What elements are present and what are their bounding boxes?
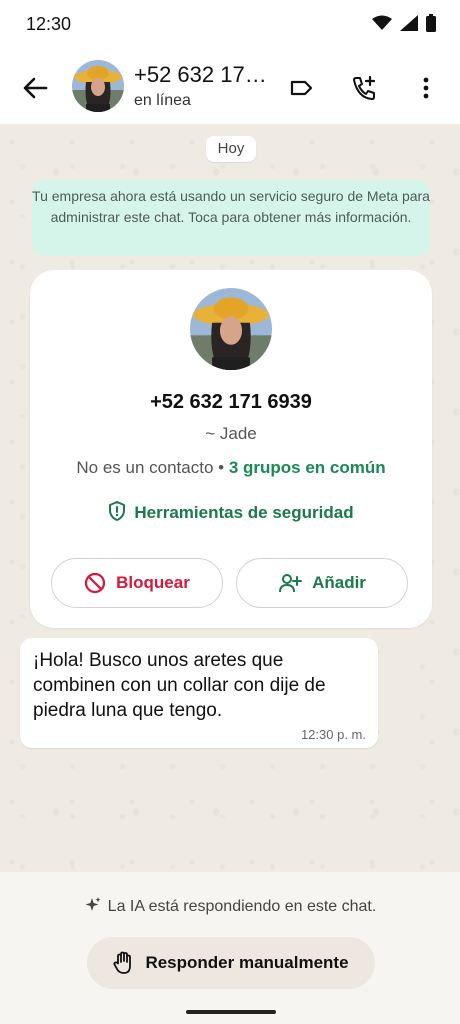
gesture-handle [186,1010,276,1014]
incoming-message[interactable]: ¡Hola! Busco unos aretes que combinen co… [20,638,378,748]
ai-notice: La IA está respondiendo en este chat. [0,896,460,916]
separator-dot: • [218,458,225,477]
safety-tools-link[interactable]: Herramientas de seguridad [30,501,432,523]
business-notice[interactable]: Tu empresa ahora está usando un servicio… [32,180,430,256]
block-button[interactable]: Bloquear [51,558,223,608]
signal-icon [400,15,418,31]
shield-icon [109,501,126,521]
respond-manually-button[interactable]: Responder manualmente [87,937,375,989]
add-person-icon [279,574,303,593]
ai-notice-text: La IA está respondiendo en este chat. [107,898,377,915]
back-arrow-icon[interactable] [20,73,50,103]
hand-icon [113,951,132,974]
contact-title[interactable]: +52 632 17… [134,62,267,88]
status-time: 12:30 [26,14,72,34]
add-contact-button[interactable]: Añadir [236,558,408,608]
message-timestamp: 12:30 p. m. [300,727,366,742]
more-options-icon[interactable] [412,74,440,102]
block-icon [85,572,106,594]
add-call-icon[interactable] [350,74,378,102]
block-label: Bloquear [116,573,190,592]
respond-manually-label: Responder manualmente [145,953,349,972]
contact-alias: ~ Jade [205,424,257,443]
battery-icon [426,14,436,32]
sparkle-icon [85,897,101,911]
status-icons [372,14,436,32]
label-tag-icon[interactable] [287,74,315,102]
safety-tools-label: Herramientas de seguridad [134,503,354,522]
presence-status: en línea [134,92,191,109]
bottom-panel: La IA está respondiendo en este chat. Re… [0,872,460,1024]
status-bar: 12:30 [0,0,460,48]
common-groups-link[interactable]: 3 grupos en común [229,458,386,477]
message-text: ¡Hola! Busco unos aretes que combinen co… [33,650,326,721]
add-label: Añadir [312,573,366,592]
avatar[interactable] [72,60,124,112]
contact-avatar[interactable] [190,288,272,370]
not-contact-label: No es un contacto [76,458,214,477]
contact-info-card: +52 632 171 6939 ~ Jade No es un contact… [30,270,432,628]
contact-relationship: No es un contacto • 3 grupos en común [30,458,432,478]
chat-header: +52 632 17… en línea [0,48,460,124]
wifi-icon [372,15,392,30]
date-divider: Hoy [206,136,256,162]
contact-phone: +52 632 171 6939 [150,391,312,413]
